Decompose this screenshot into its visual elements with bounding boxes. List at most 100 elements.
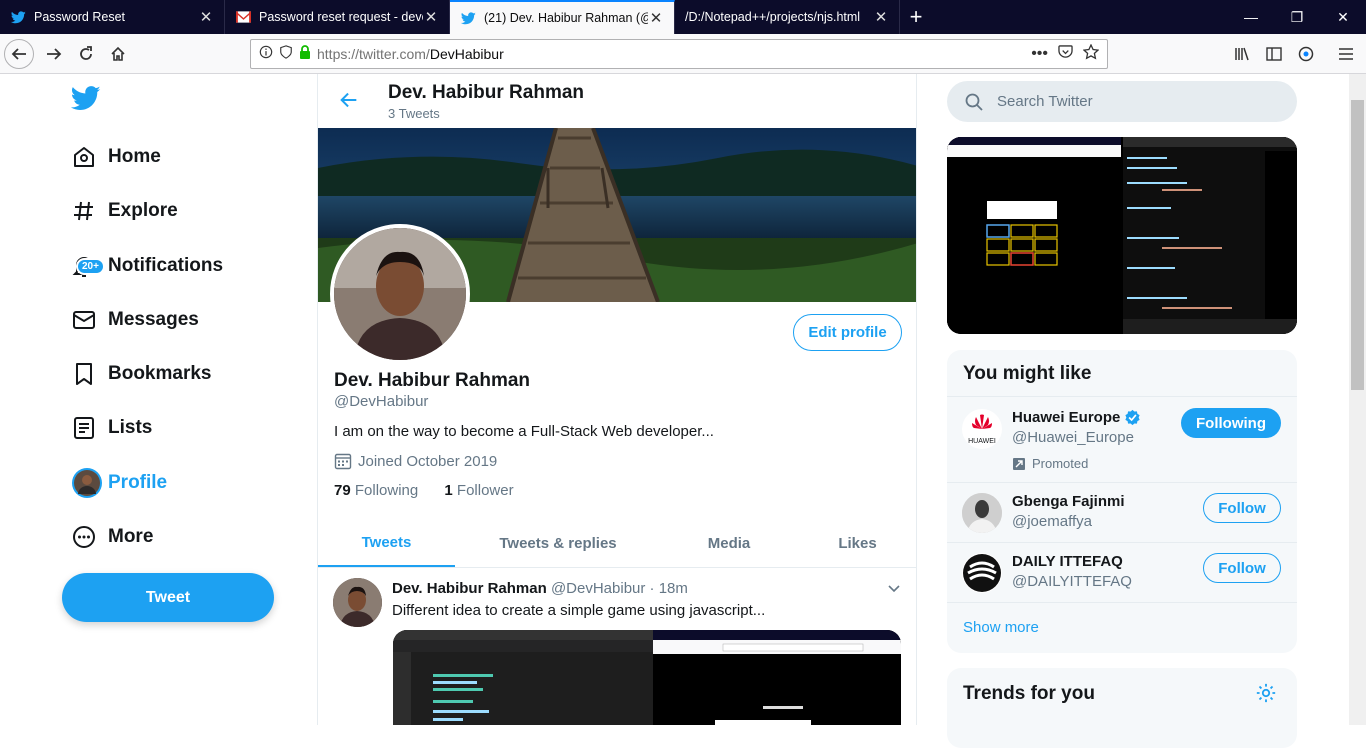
search-input[interactable]: Search Twitter xyxy=(947,81,1297,122)
sidebar-icon[interactable] xyxy=(1258,38,1290,70)
tweet-avatar[interactable] xyxy=(333,578,382,627)
gear-icon[interactable] xyxy=(1255,682,1277,709)
nav-label: Messages xyxy=(108,309,199,330)
reload-icon[interactable] xyxy=(70,38,102,70)
scrollbar-thumb[interactable] xyxy=(1351,100,1364,390)
nav-item-explore[interactable]: Explore xyxy=(62,186,178,236)
library-icon[interactable] xyxy=(1226,38,1258,70)
profile-header-bar: Dev. Habibur Rahman 3 Tweets xyxy=(318,74,916,128)
nav-item-profile[interactable]: Profile xyxy=(62,458,167,508)
nav-item-home[interactable]: Home xyxy=(62,132,161,182)
tab-likes[interactable]: Likes xyxy=(797,520,916,567)
close-icon[interactable]: ✕ xyxy=(423,8,439,26)
page-actions-icon[interactable]: ••• xyxy=(1031,45,1048,63)
browser-tab[interactable]: Password Reset ✕ xyxy=(0,0,225,34)
tab-title: Password Reset xyxy=(34,10,126,24)
suggestion-item[interactable]: DAILY ITTEFAQ @DAILYITTEFAQ Follow xyxy=(947,542,1297,602)
header-name: Dev. Habibur Rahman xyxy=(388,82,585,103)
trends-panel: Trends for you xyxy=(947,668,1297,748)
nav-item-more[interactable]: More xyxy=(62,512,153,562)
nav-item-messages[interactable]: Messages xyxy=(62,295,199,345)
nav-label: Explore xyxy=(108,200,178,221)
suggestion-name[interactable]: Huawei Europe xyxy=(1012,409,1141,426)
more-icon xyxy=(62,525,108,549)
following-label: Following xyxy=(354,482,419,499)
nav-item-lists[interactable]: Lists xyxy=(62,403,152,453)
info-icon[interactable] xyxy=(259,45,273,64)
bookmark-icon xyxy=(62,362,108,386)
home-icon[interactable] xyxy=(102,38,134,70)
list-icon xyxy=(62,416,108,440)
tweet-meta: @DevHabibur · 18m xyxy=(550,580,688,597)
pocket-icon[interactable] xyxy=(1058,44,1073,64)
nav-item-bookmarks[interactable]: Bookmarks xyxy=(62,349,212,399)
profile-avatar[interactable] xyxy=(330,224,470,364)
close-icon[interactable]: ✕ xyxy=(873,8,889,26)
forward-arrow-icon[interactable] xyxy=(38,38,70,70)
suggestion-name[interactable]: DAILY ITTEFAQ xyxy=(1012,553,1123,570)
follow-stats: 79 Following 1 Follower xyxy=(334,482,514,499)
back-arrow-icon[interactable] xyxy=(4,39,34,69)
browser-tab[interactable]: Password reset request - develo ✕ xyxy=(225,0,450,34)
tab-media[interactable]: Media xyxy=(661,520,797,567)
suggestion-handle: @joemaffya xyxy=(1012,513,1092,530)
profile-handle: @DevHabibur xyxy=(334,393,429,410)
following-count: 79 xyxy=(334,482,351,499)
suggestion-item[interactable]: HUAWEI Huawei Europe @Huawei_Europe Prom… xyxy=(947,396,1297,482)
hashtag-icon xyxy=(62,199,108,223)
following-button[interactable]: Following xyxy=(1181,408,1281,438)
twitter-logo-icon[interactable] xyxy=(70,86,101,116)
profile-tabs: Tweets Tweets & replies Media Likes xyxy=(318,520,916,568)
new-tab-button[interactable]: + xyxy=(900,0,932,34)
hamburger-menu-icon[interactable] xyxy=(1330,38,1362,70)
verified-badge-icon xyxy=(1124,409,1141,426)
close-icon[interactable]: ✕ xyxy=(648,9,664,27)
following-link[interactable]: 79 Following xyxy=(334,482,418,499)
promoted-text: Promoted xyxy=(1032,456,1089,471)
lock-icon[interactable] xyxy=(299,44,311,64)
shield-icon[interactable] xyxy=(279,44,293,64)
suggestion-avatar xyxy=(962,493,1002,533)
tweet-text: Different idea to create a simple game u… xyxy=(392,602,766,619)
nav-label: Lists xyxy=(108,417,153,438)
close-window-icon[interactable]: ✕ xyxy=(1320,0,1366,34)
suggestion-item[interactable]: Gbenga Fajinmi @joemaffya Follow xyxy=(947,482,1297,542)
chevron-down-icon[interactable] xyxy=(886,580,902,601)
edit-profile-button[interactable]: Edit profile xyxy=(793,314,902,351)
nav-item-notifications[interactable]: 20+ Notifications xyxy=(62,241,223,291)
followers-link[interactable]: 1 Follower xyxy=(444,482,513,499)
tab-tweets-replies[interactable]: Tweets & replies xyxy=(455,520,661,567)
browser-tab-active[interactable]: (21) Dev. Habibur Rahman (@D ✕ xyxy=(450,0,675,34)
browser-tab[interactable]: /D:/Notepad++/projects/njs.html ✕ xyxy=(675,0,900,34)
svg-text:HUAWEI: HUAWEI xyxy=(968,438,996,445)
follow-button[interactable]: Follow xyxy=(1203,493,1281,523)
tweet-author-name[interactable]: Dev. Habibur Rahman xyxy=(392,580,547,597)
joined-text: Joined October 2019 xyxy=(358,452,498,470)
profile-name: Dev. Habibur Rahman xyxy=(334,370,531,391)
page-scrollbar[interactable] xyxy=(1349,74,1366,725)
show-more-link[interactable]: Show more xyxy=(963,619,1039,636)
envelope-icon xyxy=(62,308,108,332)
close-icon[interactable]: ✕ xyxy=(198,8,214,26)
notification-badge: 20+ xyxy=(76,258,105,275)
suggestion-name[interactable]: Gbenga Fajinmi xyxy=(1012,493,1125,510)
tweet-media-image[interactable] xyxy=(393,630,901,725)
suggestion-name-text: Huawei Europe xyxy=(1012,409,1121,426)
huawei-logo-icon: HUAWEI xyxy=(962,409,1002,449)
tweet-button[interactable]: Tweet xyxy=(62,573,274,622)
follow-button[interactable]: Follow xyxy=(1203,553,1281,583)
tab-title: /D:/Notepad++/projects/njs.html xyxy=(685,10,861,24)
wtf-title: You might like xyxy=(963,363,1092,384)
back-arrow-icon[interactable] xyxy=(338,89,360,116)
search-icon xyxy=(965,93,983,111)
account-icon[interactable] xyxy=(1290,38,1322,70)
profile-media-preview[interactable] xyxy=(947,137,1297,334)
star-icon[interactable] xyxy=(1082,42,1100,65)
tab-tweets[interactable]: Tweets xyxy=(318,520,455,567)
restore-icon[interactable]: ❐ xyxy=(1274,0,1320,34)
minimize-icon[interactable]: — xyxy=(1228,0,1274,34)
followers-count: 1 xyxy=(444,482,453,499)
profile-main-column: Dev. Habibur Rahman 3 Tweets Edit profil… xyxy=(317,74,917,725)
tweet-item[interactable]: Dev. Habibur Rahman @DevHabibur · 18m Di… xyxy=(318,568,916,725)
url-bar[interactable]: https://twitter.com/DevHabibur ••• xyxy=(250,39,1108,69)
